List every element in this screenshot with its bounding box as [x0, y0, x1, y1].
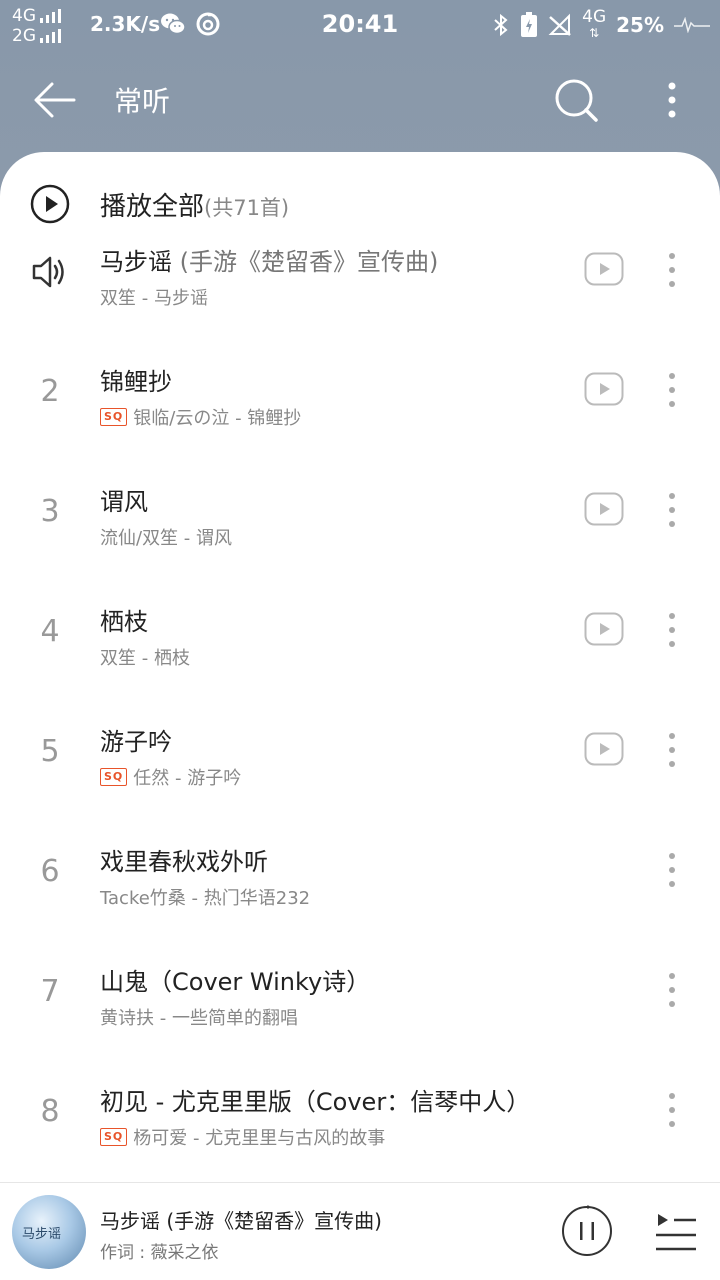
- song-title: 游子吟: [100, 722, 172, 757]
- status-bar: 4G 2G 2.3K/s 20:41 4G ⇅ 25%: [0, 0, 720, 50]
- sq-quality-badge: SQ: [100, 768, 128, 786]
- song-artist-album: 双笙 - 栖枝: [100, 648, 190, 669]
- sq-quality-badge: SQ: [100, 1128, 128, 1146]
- song-artist-album: 黄诗扶 - 一些简单的翻唱: [100, 1008, 298, 1029]
- mv-play-icon[interactable]: [584, 732, 624, 766]
- song-list-sheet: 播放全部(共71首) 马步谣 (手游《楚留香》宣传曲) 双笙 - 马步谣 2 锦鲤抄 S…: [0, 152, 720, 1280]
- song-meta: 双笙 - 栖枝: [100, 644, 190, 670]
- more-vertical-icon[interactable]: [660, 850, 684, 890]
- back-arrow-icon[interactable]: [30, 76, 80, 124]
- song-artist-album: 杨可爱 - 尤克里里与古风的故事: [133, 1128, 386, 1149]
- song-index: 8: [40, 1094, 60, 1129]
- song-meta: SQ 银临/云の泣 - 锦鲤抄: [100, 404, 301, 430]
- more-vertical-icon[interactable]: [660, 370, 684, 410]
- more-vertical-icon[interactable]: [660, 610, 684, 650]
- album-cover-lettering: 马步谣: [22, 1227, 62, 1242]
- song-title-text: 山鬼（Cover Winky诗）: [100, 968, 371, 996]
- song-title: 戏里春秋戏外听: [100, 842, 268, 877]
- song-title: 马步谣 (手游《楚留香》宣传曲): [100, 242, 438, 277]
- song-index: 3: [40, 494, 60, 529]
- song-row[interactable]: 8 初见 - 尤克里里版（Cover：信琴中人） SQ 杨可爱 - 尤克里里与古风的故…: [0, 1052, 720, 1172]
- more-vertical-icon[interactable]: [660, 490, 684, 530]
- more-vertical-icon[interactable]: [650, 76, 694, 124]
- song-title-text: 栖枝: [100, 608, 148, 636]
- song-artist-album: 任然 - 游子吟: [133, 768, 242, 789]
- song-title-text: 初见 - 尤克里里版（Cover：信琴中人）: [100, 1088, 531, 1116]
- more-vertical-icon[interactable]: [660, 250, 684, 290]
- mv-play-icon[interactable]: [584, 372, 624, 406]
- song-meta: 流仙/双笙 - 谓风: [100, 524, 232, 550]
- battery-saver-icon: [521, 12, 538, 37]
- mini-player[interactable]: 马步谣 马步谣 (手游《楚留香》宣传曲) 作词 : 薇采之依: [0, 1182, 720, 1280]
- song-title-text: 马步谣: [100, 248, 172, 276]
- more-vertical-icon[interactable]: [660, 1090, 684, 1130]
- speaker-playing-icon: [32, 256, 64, 288]
- song-row[interactable]: 6 戏里春秋戏外听 Tacke竹桑 - 热门华语232: [0, 812, 720, 932]
- song-title-subtitle: (手游《楚留香》宣传曲): [172, 248, 439, 276]
- song-meta: SQ 任然 - 游子吟: [100, 764, 241, 790]
- song-title-text: 锦鲤抄: [100, 368, 172, 396]
- song-index: 6: [40, 854, 60, 889]
- song-row[interactable]: 2 锦鲤抄 SQ 银临/云の泣 - 锦鲤抄: [0, 332, 720, 452]
- song-index: 2: [40, 374, 60, 409]
- search-icon[interactable]: [552, 76, 600, 124]
- data-network-indicator: 4G ⇅: [582, 7, 607, 41]
- song-title: 锦鲤抄: [100, 362, 172, 397]
- song-artist-album: 流仙/双笙 - 谓风: [100, 528, 233, 549]
- song-title-text: 戏里春秋戏外听: [100, 848, 268, 876]
- song-row[interactable]: 5 游子吟 SQ 任然 - 游子吟: [0, 692, 720, 812]
- song-row[interactable]: 4 栖枝双笙 - 栖枝: [0, 572, 720, 692]
- song-artist-album: 双笙 - 马步谣: [100, 288, 208, 309]
- song-meta: 双笙 - 马步谣: [100, 284, 208, 310]
- song-index: 7: [40, 974, 60, 1009]
- sq-quality-badge: SQ: [100, 408, 128, 426]
- song-title: 山鬼（Cover Winky诗）: [100, 962, 370, 997]
- song-title: 谓风: [100, 482, 148, 517]
- song-title-text: 谓风: [100, 488, 148, 516]
- song-row[interactable]: 7 山鬼（Cover Winky诗） 黄诗扶 - 一些简单的翻唱: [0, 932, 720, 1052]
- playlist-queue-icon[interactable]: [654, 1211, 698, 1251]
- song-meta: 黄诗扶 - 一些简单的翻唱: [100, 1004, 298, 1030]
- song-meta: SQ 杨可爱 - 尤克里里与古风的故事: [100, 1124, 385, 1150]
- now-playing-title: 马步谣 (手游《楚留香》宣传曲): [100, 1209, 382, 1233]
- song-index: 5: [40, 734, 60, 769]
- heart-rate-icon: [674, 17, 710, 33]
- more-vertical-icon[interactable]: [660, 970, 684, 1010]
- song-title: 栖枝: [100, 602, 148, 637]
- album-cover[interactable]: 马步谣: [12, 1195, 86, 1269]
- now-playing-lyric: 作词 : 薇采之依: [100, 1243, 219, 1263]
- song-artist-album: Tacke竹桑 - 热门华语232: [100, 888, 311, 909]
- toolbar: 常听: [0, 62, 720, 138]
- song-index: 4: [40, 614, 60, 649]
- status-icons-right: 4G ⇅ 25%: [492, 8, 710, 42]
- song-artist-album: 银临/云の泣 - 锦鲤抄: [133, 408, 302, 429]
- page-title: 常听: [114, 85, 171, 118]
- song-title-text: 游子吟: [100, 728, 172, 756]
- mv-play-icon[interactable]: [584, 252, 624, 286]
- bluetooth-icon: [494, 13, 508, 37]
- song-title: 初见 - 尤克里里版（Cover：信琴中人）: [100, 1082, 530, 1117]
- mv-play-icon[interactable]: [584, 612, 624, 646]
- song-row[interactable]: 马步谣 (手游《楚留香》宣传曲) 双笙 - 马步谣: [0, 212, 720, 332]
- more-vertical-icon[interactable]: [660, 730, 684, 770]
- pause-button[interactable]: [561, 1205, 613, 1257]
- song-meta: Tacke竹桑 - 热门华语232: [100, 884, 310, 910]
- battery-percent: 25%: [616, 13, 664, 37]
- mv-play-icon[interactable]: [584, 492, 624, 526]
- no-signal-icon: [548, 13, 571, 36]
- song-row[interactable]: 3 谓风流仙/双笙 - 谓风: [0, 452, 720, 572]
